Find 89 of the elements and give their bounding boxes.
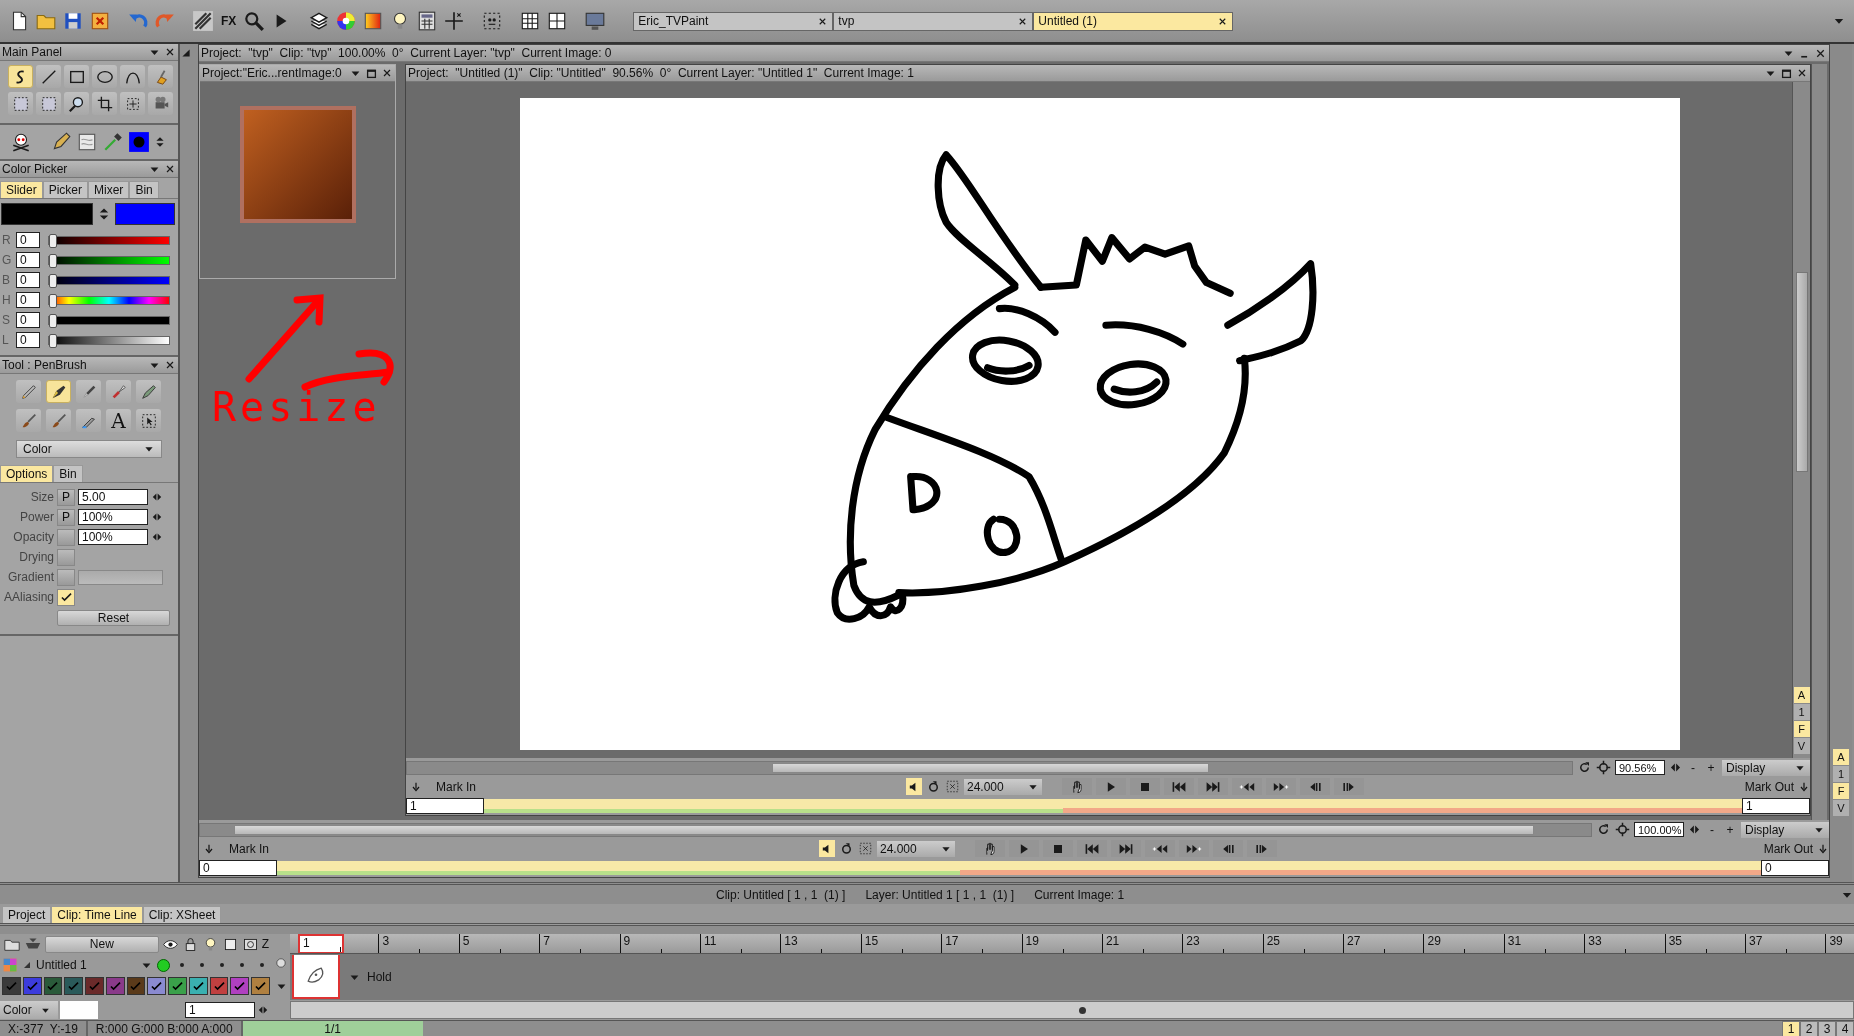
- channel-label: L: [2, 333, 10, 347]
- page-button[interactable]: 3: [1818, 1021, 1836, 1036]
- option-label: Gradient: [6, 570, 54, 584]
- reset-button[interactable]: Reset: [57, 610, 170, 626]
- option-field[interactable]: 100%: [78, 529, 148, 545]
- fx-button[interactable]: FX: [219, 14, 239, 28]
- option-label: Drying: [18, 550, 54, 564]
- document-tab[interactable]: Eric_TVPaint: [633, 11, 834, 31]
- frame-field[interactable]: 1: [185, 1002, 255, 1018]
- channel-field[interactable]: 0: [16, 292, 40, 308]
- tab[interactable]: Clip: Time Line: [51, 906, 143, 923]
- option-field[interactable]: 5.00: [78, 489, 148, 505]
- mark-in-label: Mark In: [229, 841, 269, 856]
- document-tab[interactable]: Untitled (1): [1033, 11, 1234, 31]
- page-button[interactable]: 4: [1836, 1021, 1854, 1036]
- option-label: Opacity: [12, 530, 54, 544]
- cursor-coordinates: X:-377 Y:-19: [0, 1021, 88, 1036]
- channel-field[interactable]: 0: [16, 252, 40, 268]
- option-label: AAliasing: [2, 590, 54, 604]
- z-label: Z: [261, 937, 269, 951]
- option-field[interactable]: 100%: [78, 509, 148, 525]
- option-label: Power: [19, 510, 54, 524]
- tool-button[interactable]: A: [106, 409, 131, 432]
- option-label: Size: [29, 490, 54, 504]
- panel-title: Main Panel: [0, 44, 178, 61]
- view-toggle[interactable]: A: [1793, 687, 1810, 703]
- pressure-button[interactable]: P: [57, 488, 75, 506]
- view-toggle[interactable]: A: [1833, 749, 1849, 765]
- channel-label: G: [2, 253, 13, 267]
- new-layer-button[interactable]: New: [45, 935, 159, 953]
- channel-label: S: [2, 313, 11, 327]
- end-frame-field[interactable]: 1: [1742, 797, 1810, 814]
- tab[interactable]: Clip: XSheet: [142, 906, 222, 923]
- vertical-scrollbar[interactable]: A 1 F V: [1792, 82, 1810, 758]
- zoom-in-button[interactable]: +: [1723, 822, 1737, 837]
- display-dropdown[interactable]: Display: [1722, 759, 1810, 776]
- view-toggle[interactable]: F: [1793, 721, 1810, 737]
- fps-dropdown[interactable]: 24.000: [877, 840, 955, 857]
- progress-label: 1/1: [323, 1021, 342, 1036]
- panel-title: Color Picker: [0, 161, 178, 178]
- window-title: Project: "Untitled (1)" Clip: "Untitled" 90.56% 0° Current Layer: "Untitled 1" Current Image: 1: [408, 66, 915, 80]
- ruler-label: 1: [298, 934, 344, 953]
- tab[interactable]: Bin: [53, 465, 83, 482]
- mode-dropdown[interactable]: Color: [16, 440, 162, 458]
- zoom-field[interactable]: 100.00%: [1634, 822, 1684, 837]
- window-title: Project: "tvp" Clip: "tvp" 100.00% 0° Current Layer: "tvp" Current Image: 0: [201, 46, 613, 60]
- tab[interactable]: Mixer: [88, 181, 130, 198]
- channel-field[interactable]: 0: [16, 312, 40, 328]
- view-toggle[interactable]: 1: [1793, 704, 1810, 720]
- window-title: Project:"Eric...rentImage:0: [202, 66, 343, 80]
- zoom-out-button[interactable]: -: [1686, 760, 1700, 775]
- document-tab[interactable]: tvp: [833, 11, 1034, 31]
- channel-field[interactable]: 0: [16, 332, 40, 348]
- mark-out-label: Mark Out: [1744, 779, 1794, 794]
- tab[interactable]: Project: [2, 906, 52, 923]
- display-dropdown[interactable]: Display: [1741, 821, 1829, 838]
- zoom-out-button[interactable]: -: [1705, 822, 1719, 837]
- page-button[interactable]: 2: [1800, 1021, 1818, 1036]
- hold-label: Hold: [367, 970, 392, 984]
- layer-name[interactable]: Untitled 1: [36, 958, 136, 972]
- image-info: Current Image: 1: [1034, 887, 1125, 902]
- view-toggle[interactable]: F: [1833, 783, 1849, 799]
- channel-label: B: [2, 273, 11, 287]
- layer-info: Layer: Untitled 1 [ 1 , 1 (1) ]: [865, 887, 1015, 902]
- zoom-in-button[interactable]: +: [1704, 760, 1718, 775]
- panel-title: Tool : PenBrush: [0, 357, 178, 374]
- tab[interactable]: Picker: [42, 181, 89, 198]
- fps-dropdown[interactable]: 24.000: [964, 778, 1042, 795]
- view-toggle[interactable]: V: [1833, 800, 1849, 816]
- channel-field[interactable]: 0: [16, 272, 40, 288]
- view-toggle[interactable]: V: [1793, 738, 1810, 754]
- end-frame-field[interactable]: 0: [1761, 859, 1829, 876]
- color-mode-dropdown[interactable]: Color: [0, 1001, 58, 1019]
- tab[interactable]: Slider: [0, 181, 43, 198]
- channel-field[interactable]: 0: [16, 232, 40, 248]
- tab[interactable]: Options: [0, 465, 54, 482]
- annotation-text: Resize: [212, 384, 381, 430]
- zoom-field[interactable]: 90.56%: [1615, 760, 1665, 775]
- start-frame-field[interactable]: 1: [406, 797, 484, 814]
- channel-label: R: [2, 233, 12, 247]
- pressure-button[interactable]: P: [57, 508, 75, 526]
- start-frame-field[interactable]: 0: [199, 859, 277, 876]
- tab[interactable]: Bin: [129, 181, 159, 198]
- clip-info: Clip: Untitled [ 1 , 1 (1) ]: [716, 887, 846, 902]
- view-toggle[interactable]: 1: [1833, 766, 1849, 782]
- mark-in-label: Mark In: [436, 779, 476, 794]
- channel-label: H: [2, 293, 12, 307]
- page-button[interactable]: 1: [1782, 1021, 1800, 1036]
- mark-out-label: Mark Out: [1763, 841, 1813, 856]
